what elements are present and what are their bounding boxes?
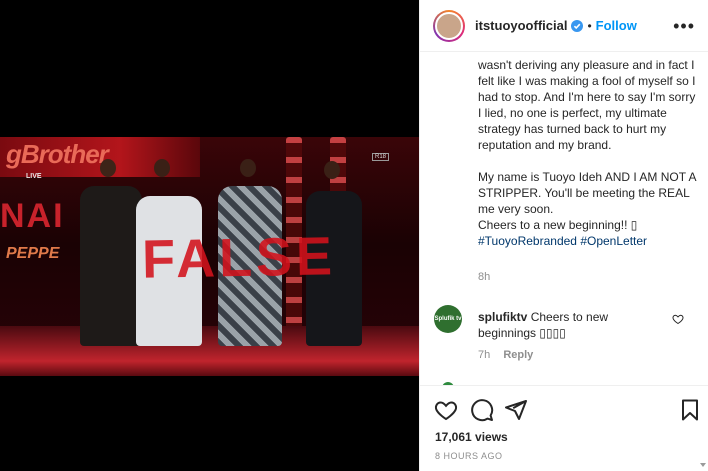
comments-scroll-area[interactable]: wasn't deriving any pleasure and in fact… <box>420 53 708 385</box>
post-caption: wasn't deriving any pleasure and in fact… <box>478 57 700 249</box>
comment-meta: 7h Reply <box>478 349 533 361</box>
caption-paragraph-2: My name is Tuoyo Ideh AND I AM NOT A STR… <box>478 169 700 249</box>
more-options-icon[interactable]: ••• <box>673 16 695 37</box>
follow-button[interactable]: Follow <box>596 18 637 33</box>
share-send-icon[interactable] <box>504 398 528 422</box>
comment-like-icon[interactable] <box>672 313 684 325</box>
naija-logo-text: NAI <box>0 197 65 235</box>
username-link[interactable]: itstuoyoofficial <box>475 18 567 33</box>
post-header: itstuoyoofficial • Follow ••• <box>420 0 708 52</box>
live-tag: LIVE <box>26 173 42 180</box>
comment-avatar[interactable]: Splufik tv <box>434 305 462 333</box>
caption-paragraph-1: wasn't deriving any pleasure and in fact… <box>478 58 696 152</box>
banner-text: gBrother <box>6 139 109 169</box>
separator-dot: • <box>587 18 592 33</box>
video-frame[interactable]: gBrother LIVE R18 NAI PEPPE FALSE <box>0 137 419 376</box>
person-1-head <box>100 159 116 177</box>
caption-timestamp[interactable]: 8h <box>478 271 490 283</box>
comment-username[interactable]: splufiktv <box>478 310 527 324</box>
verified-badge-icon <box>571 19 584 32</box>
bookmark-save-icon[interactable] <box>678 398 702 422</box>
reply-button[interactable]: Reply <box>503 349 533 361</box>
like-heart-icon[interactable] <box>434 398 458 422</box>
post-actions: 17,061 views 8 HOURS AGO <box>420 385 708 471</box>
scroll-down-arrow-icon[interactable] <box>698 445 708 471</box>
hashtag-link[interactable]: #OpenLetter <box>580 234 647 248</box>
view-count[interactable]: 17,061 views <box>435 430 508 444</box>
avatar[interactable] <box>433 9 465 42</box>
caption-cheers-line: Cheers to a new beginning!! ▯ <box>478 218 638 232</box>
person-1 <box>80 186 142 346</box>
person-4-head <box>324 161 340 179</box>
hashtag-link[interactable]: #TuoyoRebranded <box>478 234 577 248</box>
post-age[interactable]: 8 HOURS AGO <box>435 451 503 461</box>
person-2-head <box>154 159 170 177</box>
post-media[interactable]: gBrother LIVE R18 NAI PEPPE FALSE <box>0 0 419 471</box>
false-stamp: FALSE <box>141 226 337 290</box>
pepper-logo-text: PEPPE <box>6 245 60 262</box>
person-3-head <box>240 159 256 177</box>
comment-timestamp[interactable]: 7h <box>478 349 490 361</box>
comment-text: splufiktv Cheers to new beginnings ▯▯▯▯ <box>478 309 668 341</box>
caption-name-line: My name is Tuoyo Ideh AND I AM NOT A STR… <box>478 170 696 216</box>
comment-bubble-icon[interactable] <box>470 398 494 422</box>
post-sidebar: itstuoyoofficial • Follow ••• wasn't der… <box>419 0 708 471</box>
age-rating: R18 <box>371 153 389 161</box>
